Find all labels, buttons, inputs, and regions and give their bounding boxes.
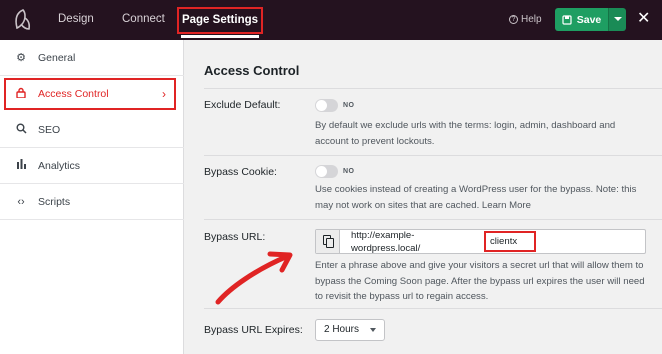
top-bar: Design Connect Page Settings ? Help Save… — [0, 0, 662, 40]
chevron-down-icon — [370, 328, 376, 332]
help-icon: ? — [509, 15, 518, 24]
red-arrow-icon — [215, 251, 293, 305]
bypass-url-label: Bypass URL: — [204, 231, 266, 243]
sidebar-item-label: General — [38, 51, 76, 64]
save-options-dropdown[interactable] — [608, 8, 626, 31]
sidebar-item-label: Analytics — [38, 159, 81, 172]
save-button[interactable]: Save — [555, 8, 608, 31]
seedprod-logo-icon[interactable] — [12, 8, 34, 32]
bypass-cookie-description: Use cookies instead of creating a WordPr… — [315, 184, 637, 211]
close-icon[interactable]: ✕ — [637, 10, 650, 28]
sidebar-item-seo[interactable]: SEO — [0, 112, 184, 148]
tab-design[interactable]: Design — [58, 13, 94, 25]
code-icon: ‹› — [17, 195, 25, 208]
gear-icon: ⚙ — [16, 52, 26, 64]
save-label: Save — [576, 13, 602, 26]
sidebar-item-label: Scripts — [38, 195, 71, 208]
bypass-cookie-state: NO — [343, 168, 355, 175]
chevron-right-icon: › — [162, 87, 166, 101]
bypass-url-field: http://example-wordpress.local/ clientx — [315, 229, 646, 254]
tab-page-settings[interactable]: Page Settings — [177, 7, 263, 38]
sidebar-item-scripts[interactable]: ‹› Scripts — [0, 184, 184, 220]
lock-icon — [14, 87, 28, 101]
divider — [204, 88, 662, 89]
help-link[interactable]: ? Help — [509, 14, 542, 25]
copy-button[interactable] — [316, 230, 340, 253]
sidebar-item-analytics[interactable]: Analytics — [0, 148, 184, 184]
sidebar-item-access-control[interactable]: Access Control › — [4, 78, 176, 110]
select-value: 2 Hours — [324, 324, 360, 335]
exclude-default-state: NO — [343, 102, 355, 109]
bypass-url-expires-label: Bypass URL Expires: — [204, 324, 303, 336]
sidebar-item-label: SEO — [38, 123, 61, 136]
sidebar: ⚙ General Access Control › SEO Analytics… — [0, 40, 184, 354]
bypass-url-expires-select[interactable]: 2 Hours — [315, 319, 385, 341]
page-title: Access Control — [204, 63, 300, 78]
divider — [204, 219, 662, 220]
bypass-url-description: Enter a phrase above and give your visit… — [315, 260, 645, 302]
exclude-default-label: Exclude Default: — [204, 99, 281, 111]
search-icon — [14, 123, 28, 137]
help-label: Help — [521, 14, 542, 25]
sidebar-item-general[interactable]: ⚙ General — [0, 40, 184, 76]
save-disk-icon — [562, 14, 572, 25]
sidebar-item-label: Access Control — [38, 88, 109, 100]
divider — [204, 155, 662, 156]
bypass-url-input[interactable]: clientx — [484, 231, 536, 252]
exclude-default-description: By default we exclude urls with the term… — [315, 120, 616, 147]
bypass-cookie-toggle[interactable] — [315, 165, 338, 178]
tab-connect[interactable]: Connect — [122, 13, 165, 25]
bypass-cookie-label: Bypass Cookie: — [204, 166, 277, 178]
exclude-default-toggle[interactable] — [315, 99, 338, 112]
bypass-url-prefix: http://example-wordpress.local/ — [351, 230, 421, 254]
divider — [204, 308, 662, 309]
bar-chart-icon — [14, 159, 28, 172]
